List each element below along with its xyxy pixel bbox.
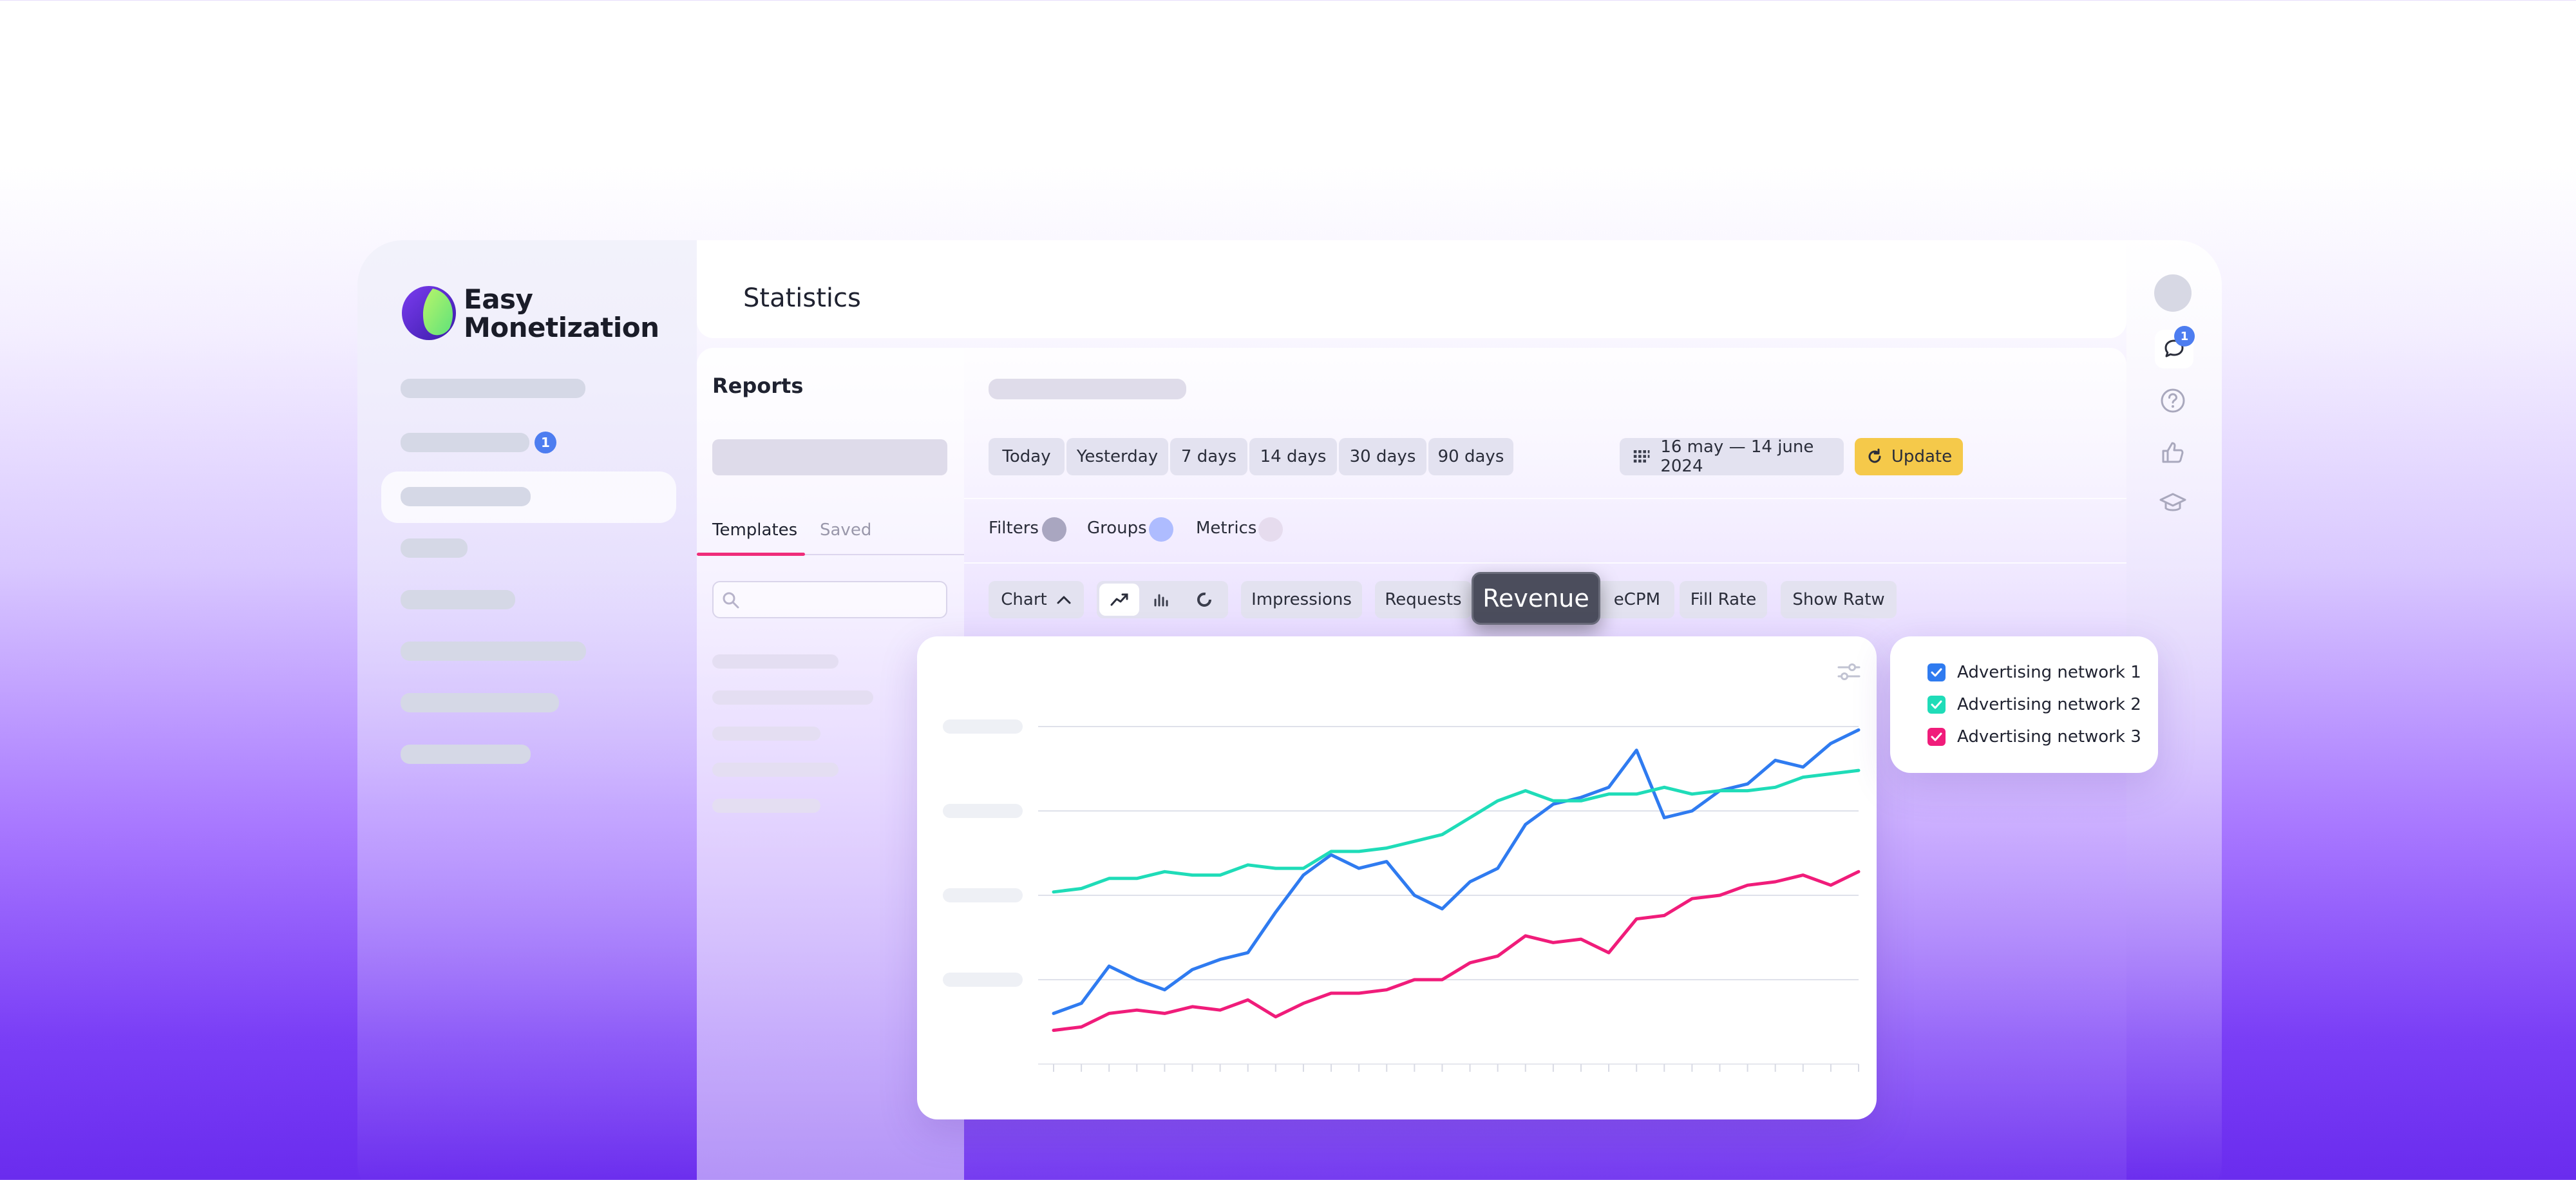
filters-chip[interactable] <box>1042 517 1066 542</box>
template-search-input[interactable] <box>712 581 947 618</box>
calendar-grid-icon <box>1633 450 1650 463</box>
refresh-icon <box>1868 448 1881 463</box>
metric-impressions[interactable]: Impressions <box>1241 581 1362 618</box>
period-90-days[interactable]: 90 days <box>1428 438 1513 475</box>
y-tick-label-placeholder <box>943 973 1023 987</box>
series-line-network-2 <box>1052 768 1861 894</box>
graduation-cap-icon <box>2159 493 2186 511</box>
groups-label[interactable]: Groups <box>1087 519 1147 538</box>
metrics-label[interactable]: Metrics <box>1196 519 1256 538</box>
divider <box>964 562 2126 564</box>
bar-chart-icon <box>1154 594 1168 607</box>
sidebar-item-5[interactable] <box>401 590 515 609</box>
template-list-item[interactable] <box>712 763 838 777</box>
divider <box>964 498 2126 499</box>
sidebar-item-4[interactable] <box>401 538 468 558</box>
donut-chart-button[interactable] <box>1184 584 1224 616</box>
metric-revenue-button[interactable]: Revenue <box>1472 572 1600 625</box>
app-name: Easy Monetization <box>464 285 659 342</box>
tab-templates[interactable]: Templates <box>712 520 797 540</box>
app-name-line1: Easy <box>464 283 533 315</box>
legend-label-network-2: Advertising network 2 <box>1957 695 2141 714</box>
legend-label-network-3: Advertising network 3 <box>1957 727 2141 747</box>
period-yesterday[interactable]: Yesterday <box>1066 438 1168 475</box>
legend-item-network-3[interactable]: Advertising network 3 <box>1927 726 2141 748</box>
sidebar-item-3[interactable] <box>401 487 531 506</box>
report-title-placeholder <box>989 379 1186 399</box>
reports-title: Reports <box>712 374 804 398</box>
bar-chart-button[interactable] <box>1142 584 1182 616</box>
check-icon <box>1931 700 1942 709</box>
y-tick-label-placeholder <box>943 804 1023 818</box>
metric-show-rate[interactable]: Show Ratw <box>1781 581 1897 618</box>
help-button[interactable] <box>2155 383 2191 419</box>
filters-label[interactable]: Filters <box>989 519 1039 538</box>
help-icon <box>2161 388 2185 413</box>
period-today[interactable]: Today <box>989 438 1065 475</box>
checkbox-network-3[interactable] <box>1927 728 1946 746</box>
date-range-text: 16 may — 14 june 2024 <box>1660 437 1814 476</box>
header-bar <box>697 240 2126 338</box>
checkbox-network-2[interactable] <box>1927 696 1946 714</box>
revenue-line-chart <box>943 719 1861 1072</box>
search-icon <box>723 592 739 609</box>
line-chart-button[interactable] <box>1099 584 1139 616</box>
metric-fill-rate[interactable]: Fill Rate <box>1680 581 1767 618</box>
y-tick-label-placeholder <box>943 719 1023 734</box>
app-name-line2: Monetization <box>464 312 659 343</box>
chart-label: Chart <box>1001 590 1047 609</box>
template-list-item[interactable] <box>712 727 820 741</box>
chart-toggle-button[interactable]: Chart <box>989 581 1084 618</box>
template-list-item[interactable] <box>712 799 820 813</box>
report-name-placeholder <box>712 439 947 475</box>
sidebar-notification-badge: 1 <box>535 432 556 453</box>
period-30-days[interactable]: 30 days <box>1339 438 1426 475</box>
feedback-button[interactable] <box>2155 434 2191 470</box>
chevron-up-icon <box>1057 596 1071 604</box>
period-14-days[interactable]: 14 days <box>1249 438 1337 475</box>
legend-label-network-1: Advertising network 1 <box>1957 663 2141 682</box>
metrics-chip[interactable] <box>1258 517 1283 542</box>
line-chart-icon <box>1110 593 1128 606</box>
messages-badge: 1 <box>2174 326 2195 347</box>
thumbs-up-icon <box>2162 442 2184 463</box>
avatar[interactable] <box>2154 274 2192 312</box>
update-button[interactable]: Update <box>1855 438 1963 475</box>
legend-item-network-2[interactable]: Advertising network 2 <box>1927 694 2141 716</box>
groups-chip[interactable] <box>1149 517 1173 542</box>
logo-icon <box>402 286 456 340</box>
date-range-picker[interactable]: 16 may — 14 june 2024 <box>1620 437 1844 476</box>
tab-saved[interactable]: Saved <box>820 520 871 540</box>
legend-item-network-1[interactable]: Advertising network 1 <box>1927 661 2141 683</box>
period-7-days[interactable]: 7 days <box>1170 438 1247 475</box>
check-icon <box>1931 732 1942 741</box>
sidebar-item-8[interactable] <box>401 745 531 764</box>
sidebar-item-2[interactable] <box>401 433 529 452</box>
metric-requests[interactable]: Requests <box>1375 581 1472 618</box>
sidebar-item-6[interactable] <box>401 642 586 661</box>
check-icon <box>1931 668 1942 677</box>
donut-chart-icon <box>1197 593 1211 607</box>
sidebar-item-1[interactable] <box>401 379 585 398</box>
y-tick-label-placeholder <box>943 888 1023 902</box>
update-label: Update <box>1891 447 1953 466</box>
sidebar-item-7[interactable] <box>401 693 559 712</box>
template-list-item[interactable] <box>712 690 873 705</box>
page-title: Statistics <box>743 283 861 313</box>
template-list-item[interactable] <box>712 654 838 669</box>
checkbox-network-1[interactable] <box>1927 663 1946 681</box>
learning-button[interactable] <box>2155 486 2191 522</box>
active-tab-indicator <box>697 553 805 556</box>
